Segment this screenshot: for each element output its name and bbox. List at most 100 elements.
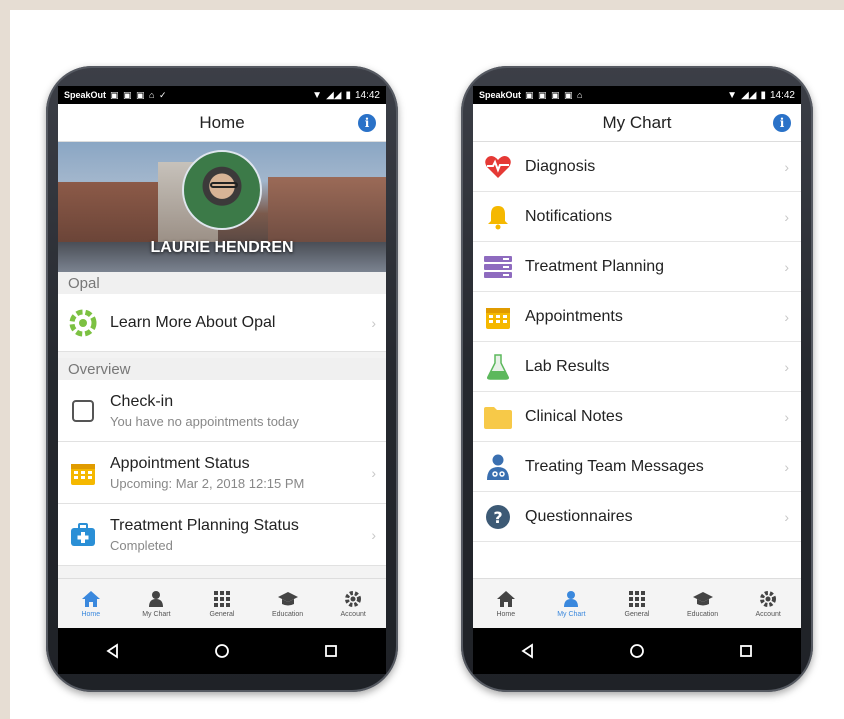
treatment-planning-status-subtitle: Completed	[110, 537, 173, 553]
tab-account[interactable]: Account	[735, 579, 801, 628]
menu-item-label: Treating Team Messages	[525, 457, 704, 475]
profile-banner: LAURIE HENDREN	[58, 142, 386, 272]
tab-education[interactable]: Education	[670, 579, 736, 628]
user-icon	[145, 590, 167, 608]
status-app-name: SpeakOut	[64, 90, 107, 100]
grid-icon	[211, 590, 233, 608]
home-icon	[80, 590, 102, 608]
tab-home[interactable]: Home	[58, 579, 124, 628]
appointment-status-title: Appointment Status	[110, 454, 250, 472]
info-icon[interactable]: i	[773, 114, 791, 132]
chevron-right-icon: ›	[784, 158, 789, 175]
android-nav-bar	[473, 628, 801, 674]
tab-general[interactable]: General	[604, 579, 670, 628]
chevron-right-icon: ›	[784, 358, 789, 375]
checkbox-icon[interactable]	[68, 396, 98, 426]
menu-item-label: Appointments	[525, 307, 623, 325]
patient-name: LAURIE HENDREN	[150, 239, 294, 256]
chevron-right-icon: ›	[784, 408, 789, 425]
notification-icons: ▣ ▣ ▣ ▣ ⌂	[525, 89, 584, 100]
chevron-right-icon: ›	[784, 308, 789, 325]
tab-my-chart[interactable]: My Chart	[124, 579, 190, 628]
menu-item-diagnosis[interactable]: Diagnosis ›	[473, 142, 801, 192]
menu-item-label: Diagnosis	[525, 157, 596, 175]
menu-item-appointments[interactable]: Appointments ›	[473, 292, 801, 342]
appointment-status-row[interactable]: Appointment Status Upcoming: Mar 2, 2018…	[58, 442, 386, 504]
grid-icon	[626, 590, 648, 608]
treatment-planning-status-row[interactable]: Treatment Planning Status Completed ›	[58, 504, 386, 566]
tab-education[interactable]: Education	[255, 579, 321, 628]
learn-more-row[interactable]: Learn More About Opal ›	[58, 294, 386, 352]
tab-general[interactable]: General	[189, 579, 255, 628]
menu-item-questionnaires[interactable]: ? Questionnaires ›	[473, 492, 801, 542]
treatment-planning-status-title: Treatment Planning Status	[110, 516, 299, 534]
medkit-icon	[68, 520, 98, 550]
header: My Chart i	[473, 104, 801, 142]
my-chart-screen: SpeakOut ▣ ▣ ▣ ▣ ⌂ ▼ ◢◢ ▮ 14:42 My Chart…	[473, 86, 801, 674]
notification-icons: ▣ ▣ ▣ ⌂ ✓	[110, 89, 168, 100]
tab-label: General	[209, 610, 235, 618]
checkin-subtitle: You have no appointments today	[110, 413, 299, 429]
menu-item-lab-results[interactable]: Lab Results ›	[473, 342, 801, 392]
status-bar: SpeakOut ▣ ▣ ▣ ⌂ ✓ ▼ ◢◢ ▮ 14:42	[58, 86, 386, 104]
chevron-right-icon: ›	[784, 508, 789, 525]
tab-label: Education	[272, 610, 304, 618]
phone-home: SpeakOut ▣ ▣ ▣ ⌂ ✓ ▼ ◢◢ ▮ 14:42 Home i L…	[46, 66, 398, 692]
recents-icon[interactable]	[731, 636, 761, 666]
wifi-icon: ▼	[727, 89, 738, 101]
server-icon	[483, 252, 513, 282]
android-nav-bar	[58, 628, 386, 674]
chevron-right-icon: ›	[784, 258, 789, 275]
tab-label: Education	[687, 610, 719, 618]
graduation-cap-icon	[692, 590, 714, 608]
tab-label: My Chart	[557, 610, 586, 618]
calendar-icon	[68, 458, 98, 488]
status-app-name: SpeakOut	[479, 90, 522, 100]
tab-home[interactable]: Home	[473, 579, 539, 628]
gear-icon	[757, 590, 779, 608]
checkin-row[interactable]: Check-in You have no appointments today	[58, 380, 386, 442]
menu-item-label: Lab Results	[525, 357, 610, 375]
folder-icon	[483, 402, 513, 432]
tab-label: My Chart	[142, 610, 171, 618]
battery-icon: ▮	[345, 89, 351, 101]
tab-label: Home	[81, 610, 101, 618]
tab-label: Account	[755, 610, 781, 618]
chevron-right-icon: ›	[784, 458, 789, 475]
menu-item-label: Questionnaires	[525, 507, 633, 525]
graduation-cap-icon	[277, 590, 299, 608]
svg-text:?: ?	[493, 508, 502, 527]
back-icon[interactable]	[98, 636, 128, 666]
tab-bar: Home My Chart General Education Account	[473, 578, 801, 628]
calendar-icon	[483, 302, 513, 332]
recents-icon[interactable]	[316, 636, 346, 666]
chevron-right-icon: ›	[371, 526, 376, 543]
question-icon: ?	[483, 502, 513, 532]
tab-my-chart[interactable]: My Chart	[539, 579, 605, 628]
home-screen: SpeakOut ▣ ▣ ▣ ⌂ ✓ ▼ ◢◢ ▮ 14:42 Home i L…	[58, 86, 386, 674]
signal-icon: ◢◢	[741, 89, 757, 101]
avatar[interactable]	[182, 150, 262, 230]
menu-item-label: Notifications	[525, 207, 613, 225]
wifi-icon: ▼	[312, 89, 323, 101]
menu-item-treating-team-messages[interactable]: Treating Team Messages ›	[473, 442, 801, 492]
menu-item-clinical-notes[interactable]: Clinical Notes ›	[473, 392, 801, 442]
home-circle-icon[interactable]	[207, 636, 237, 666]
learn-more-label: Learn More About Opal	[110, 313, 276, 331]
status-time: 14:42	[769, 89, 795, 101]
page-title: Home	[199, 112, 245, 132]
menu-item-treatment-planning[interactable]: Treatment Planning ›	[473, 242, 801, 292]
header: Home i	[58, 104, 386, 142]
battery-icon: ▮	[760, 89, 766, 101]
tab-account[interactable]: Account	[320, 579, 386, 628]
back-icon[interactable]	[513, 636, 543, 666]
menu-item-notifications[interactable]: Notifications ›	[473, 192, 801, 242]
page-title: My Chart	[602, 112, 672, 132]
tab-bar: Home My Chart General Education Account	[58, 578, 386, 628]
menu-item-label: Treatment Planning	[525, 257, 665, 275]
info-icon[interactable]: i	[358, 114, 376, 132]
menu-item-label: Clinical Notes	[525, 407, 623, 425]
heartbeat-icon	[483, 152, 513, 182]
status-time: 14:42	[354, 89, 380, 101]
home-circle-icon[interactable]	[622, 636, 652, 666]
